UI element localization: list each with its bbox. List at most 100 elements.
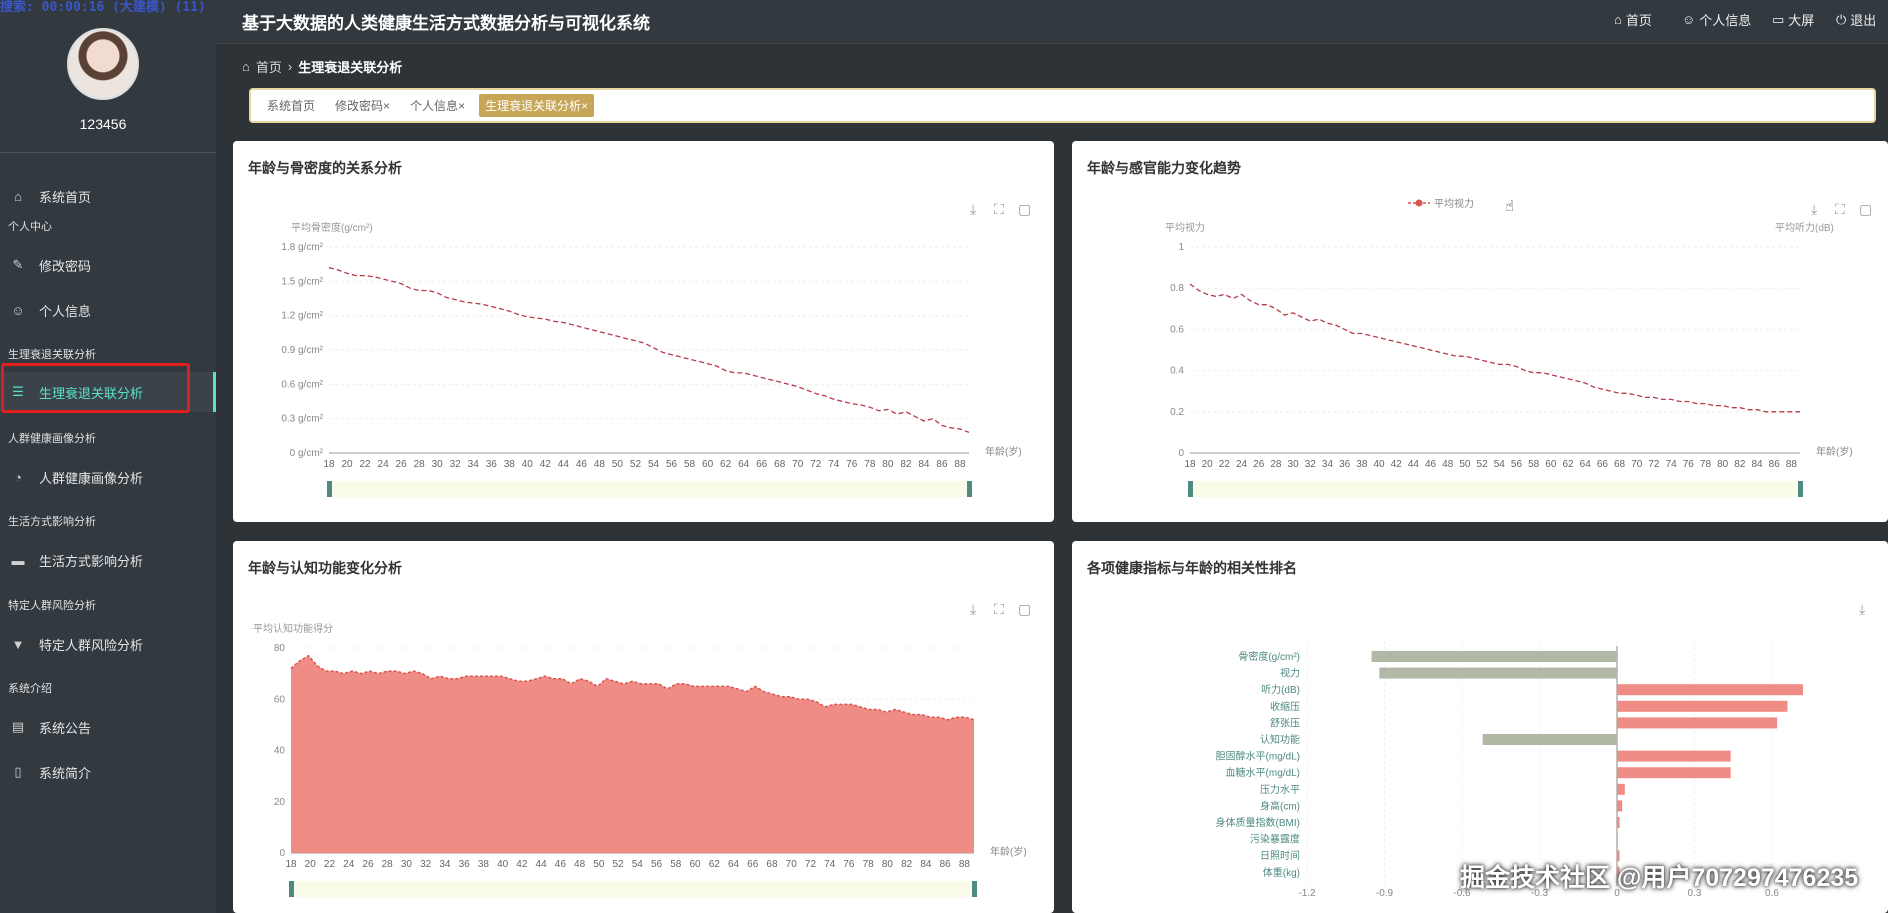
category-label: 身体质量指数(BMI) <box>1216 816 1300 829</box>
header-nav-label: 退出 <box>1850 13 1877 28</box>
top-header: 基于大数据的人类健康生活方式数据分析与可视化系统 ⌂ 首页 ☺ 个人信息 ▭ 大屏 ⏻… <box>216 0 1888 44</box>
sidebar-item-change-password[interactable]: ✎ 修改密码 <box>0 250 216 280</box>
x-tick-label: 42 <box>516 859 528 870</box>
y-tick-label: 0.6 <box>1170 324 1184 335</box>
x-tick-label: 46 <box>555 859 567 870</box>
y-tick-label: 0 <box>279 848 285 859</box>
y-tick-label: 0 <box>1178 448 1184 459</box>
x-tick-label: 84 <box>1751 459 1763 470</box>
x-tick-label: 78 <box>1700 459 1712 470</box>
sidebar-item-label: 人群健康画像分析 <box>39 470 144 486</box>
x-tick-label: 32 <box>450 459 462 470</box>
x-tick-label: 72 <box>805 859 817 870</box>
x-tick-label: 36 <box>486 459 498 470</box>
sidebar-item-intro[interactable]: ▯ 系统简介 <box>0 757 216 787</box>
x-tick-label: 48 <box>574 859 586 870</box>
user-icon: ☺ <box>1682 12 1696 27</box>
x-tick-label: 46 <box>576 459 588 470</box>
power-icon: ⏻ <box>1836 11 1847 27</box>
x-tick-label: 58 <box>670 859 682 870</box>
tab-home[interactable]: 系统首页 <box>261 94 321 117</box>
sidebar-item-notice[interactable]: ▤ 系统公告 <box>0 712 216 742</box>
x-tick-label: 82 <box>1734 459 1746 470</box>
header-nav-home[interactable]: ⌂ 首页 <box>1614 10 1652 29</box>
x-tick-label: 44 <box>1408 459 1420 470</box>
x-tick-label: 82 <box>900 459 912 470</box>
chart-bone-density[interactable]: 1.8 g/cm² 1.5 g/cm² 1.2 g/cm² 0.9 g/cm² 0.6 … <box>233 141 1054 522</box>
x-tick-label: 80 <box>1717 459 1729 470</box>
x-tick-label: 18 <box>1184 459 1196 470</box>
user-icon: ☺ <box>11 302 25 318</box>
sidebar-item-profile[interactable]: ☺ 个人信息 <box>0 295 216 325</box>
app-title: 基于大数据的人类健康生活方式数据分析与可视化系统 <box>242 14 650 33</box>
category-label: 收缩压 <box>1270 700 1300 713</box>
x-tick-label: 46 <box>1425 459 1437 470</box>
x-tick-label: -1.2 <box>1298 888 1316 899</box>
sidebar-item-risk-analysis[interactable]: ▼ 特定人群风险分析 <box>0 629 216 659</box>
x-tick-label: 30 <box>401 859 413 870</box>
x-tick-label: 86 <box>1769 459 1781 470</box>
x-tick-label: 74 <box>828 459 840 470</box>
x-tick-label: 72 <box>1648 459 1660 470</box>
x-tick-label: 70 <box>792 459 804 470</box>
x-tick-label: 34 <box>439 859 451 870</box>
zoom-slider <box>291 881 974 897</box>
y-tick-label: 0.4 <box>1170 366 1184 377</box>
close-icon[interactable]: × <box>581 99 588 113</box>
zoom-handle-left <box>327 481 332 497</box>
hand-cursor-icon: ☝ <box>1505 198 1515 215</box>
x-tick-label: 26 <box>1253 459 1265 470</box>
y-tick-label: 60 <box>274 694 286 705</box>
home-icon: ⌂ <box>14 188 22 204</box>
header-nav-screen[interactable]: ▭ 大屏 <box>1772 10 1814 29</box>
x-tick-label: 60 <box>702 459 714 470</box>
zoom-handle-right <box>972 881 977 897</box>
bar <box>1617 684 1803 696</box>
x-tick-label: 20 <box>305 859 317 870</box>
monitor-icon: ▭ <box>1772 11 1785 27</box>
bar <box>1617 700 1788 712</box>
tab-profile[interactable]: 个人信息× <box>404 94 471 117</box>
tab-physio-analysis[interactable]: 生理衰退关联分析× <box>479 94 595 117</box>
monitor-icon: ▬ <box>11 552 25 568</box>
x-tick-label: 50 <box>593 859 605 870</box>
x-tick-label: 86 <box>936 459 948 470</box>
home-icon: ⌂ <box>242 59 250 74</box>
header-nav-logout[interactable]: ⏻ 退出 <box>1836 10 1876 29</box>
category-label: 视力 <box>1280 667 1300 680</box>
category-label: 听力(dB) <box>1261 683 1300 696</box>
breadcrumb-home[interactable]: 首页 <box>256 57 282 76</box>
y-tick-label: 40 <box>274 746 286 757</box>
category-label: 舒张压 <box>1270 716 1300 729</box>
sidebar-item-portrait-analysis[interactable]: ◔ 人群健康画像分析 <box>0 462 216 492</box>
tab-change-password[interactable]: 修改密码× <box>329 94 396 117</box>
zoom-slider <box>1190 481 1800 497</box>
chart-sensory[interactable]: 1 0.8 0.6 0.4 0.2 018 20 22 24 26 28 30 32 34 36 38 40 42… <box>1072 141 1888 522</box>
x-tick-label: 86 <box>940 859 952 870</box>
bar <box>1617 833 1618 845</box>
x-tick-label: 54 <box>648 459 660 470</box>
chart-cognitive[interactable]: 80 60 40 20 018 20 22 24 26 28 30 32 34 36 38 40 42 44 46 4… <box>233 541 1054 913</box>
x-tick-label: 66 <box>756 459 768 470</box>
sidebar-item-label: 修改密码 <box>39 258 92 274</box>
y-tick-label: 0.2 <box>1170 407 1184 418</box>
home-icon: ⌂ <box>1614 12 1622 27</box>
x-tick-label: 76 <box>846 459 858 470</box>
header-nav-label: 个人信息 <box>1699 13 1752 28</box>
bar <box>1617 817 1620 828</box>
category-label: 胆固醇水平(mg/dL) <box>1216 750 1300 763</box>
x-tick-label: 72 <box>810 459 822 470</box>
sidebar-item-lifestyle-analysis[interactable]: ▬ 生活方式影响分析 <box>0 545 216 575</box>
zoom-handle-right <box>1798 481 1803 497</box>
close-icon[interactable]: × <box>458 99 465 113</box>
gauge-icon: ◔ <box>14 469 22 485</box>
x-tick-label: 82 <box>901 859 913 870</box>
x-tick-label: 64 <box>738 459 750 470</box>
header-nav-profile[interactable]: ☺ 个人信息 <box>1682 10 1751 29</box>
sidebar-item-label: 系统首页 <box>39 189 92 205</box>
x-tick-label: 74 <box>824 859 836 870</box>
sidebar-item-home[interactable]: ⌂ 系统首页 <box>0 181 216 211</box>
close-icon[interactable]: × <box>383 99 390 113</box>
x-tick-label: 20 <box>1202 459 1214 470</box>
avatar[interactable] <box>67 28 139 100</box>
